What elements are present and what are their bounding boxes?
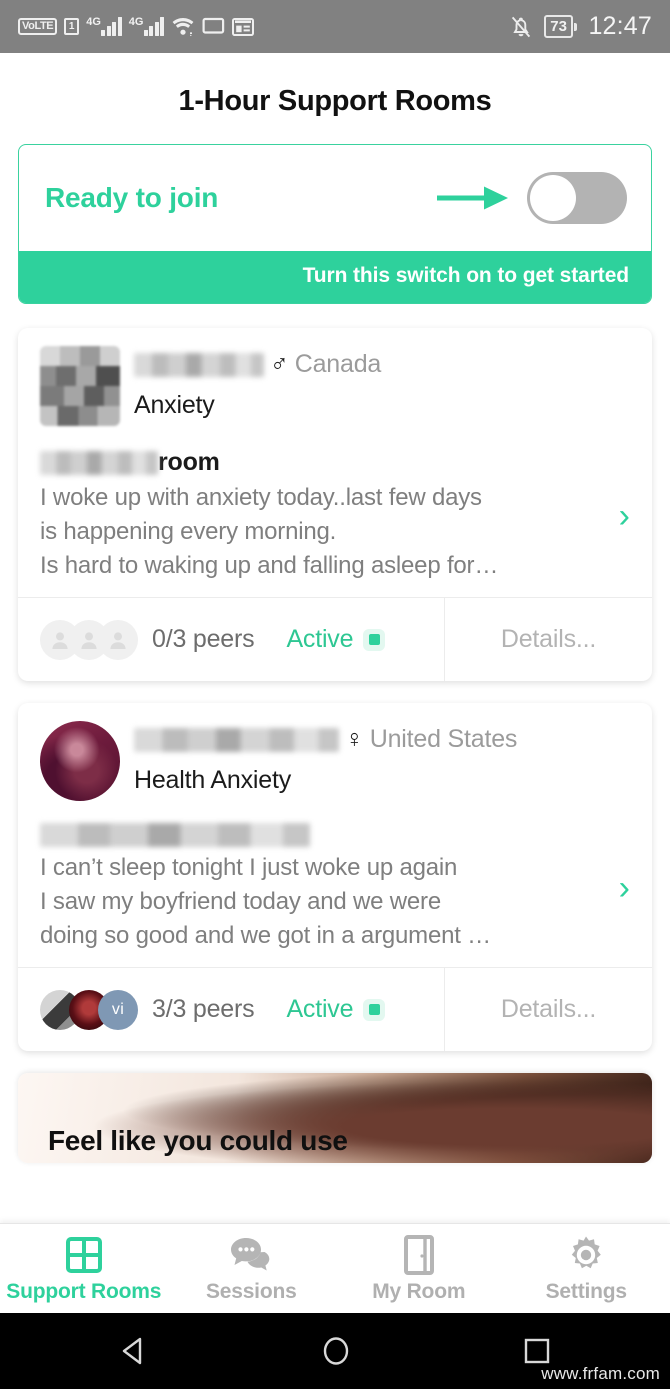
room-description-block[interactable]: room I woke up with anxiety today..last … <box>40 448 630 583</box>
tab-label: Support Rooms <box>6 1279 162 1303</box>
room-topic: Anxiety <box>134 391 215 419</box>
room-card-footer: 0/3 peers Active Details... <box>18 597 652 682</box>
status-dot-icon <box>363 628 386 651</box>
tab-support-rooms[interactable]: Support Rooms <box>0 1234 168 1304</box>
room-peers-section[interactable]: vi 3/3 peers Active <box>18 968 445 1052</box>
room-card-header-text: ♂ Canada Anxiety <box>134 346 630 426</box>
room-card-header: ♀ United States Health Anxiety <box>40 721 630 802</box>
peer-avatar-placeholder <box>98 619 138 660</box>
chevron-right-icon[interactable]: › <box>619 871 630 905</box>
ready-to-join-controls <box>435 172 627 224</box>
watermark: www.frfam.com <box>541 1364 660 1383</box>
status-label: Active <box>286 625 354 654</box>
room-excerpt: I can’t sleep tonight I just woke up aga… <box>40 854 491 950</box>
peers-count: 0/3 peers <box>152 625 255 654</box>
ready-to-join-label: Ready to join <box>45 182 219 213</box>
status-label: Active <box>286 995 354 1024</box>
host-country: Canada <box>294 350 382 378</box>
bottom-tab-bar: Support Rooms Sessions My Room Settings <box>0 1223 670 1313</box>
status-bar-left: VoLTE 1 4G 4G <box>18 17 255 37</box>
male-symbol-icon: ♂ <box>270 350 289 378</box>
cast-icon <box>202 17 225 37</box>
peer-avatar-initials: vi <box>98 989 138 1030</box>
room-card-footer: vi 3/3 peers Active Details... <box>18 967 652 1052</box>
status-bar: VoLTE 1 4G 4G 73 12:47 <box>0 0 670 53</box>
tab-settings[interactable]: Settings <box>503 1234 670 1304</box>
sim-icon: 1 <box>64 18 80 35</box>
room-peers-section[interactable]: 0/3 peers Active <box>18 598 445 682</box>
tab-my-room[interactable]: My Room <box>335 1234 503 1304</box>
status-badge: Active <box>286 995 386 1024</box>
avatar <box>40 346 120 426</box>
details-button[interactable]: Details... <box>445 598 652 681</box>
avatar <box>40 721 120 802</box>
promo-card[interactable]: Feel like you could use <box>18 1073 652 1164</box>
status-dot-icon <box>363 998 386 1021</box>
tab-label: My Room <box>372 1279 466 1303</box>
ready-to-join-hint: Turn this switch on to get started <box>19 251 651 303</box>
peer-avatars: vi <box>40 989 138 1030</box>
host-name-redacted <box>134 727 339 752</box>
volte-icon: VoLTE <box>18 18 58 35</box>
room-topic: Health Anxiety <box>134 766 292 795</box>
room-title-redacted <box>40 450 158 475</box>
room-card-header: ♂ Canada Anxiety <box>40 346 630 426</box>
notifications-muted-icon <box>509 14 533 40</box>
tab-sessions[interactable]: Sessions <box>168 1234 336 1304</box>
status-badge: Active <box>286 625 386 654</box>
battery-icon: 73 <box>544 14 578 39</box>
grid-icon <box>64 1234 104 1276</box>
ready-to-join-toggle[interactable] <box>527 172 627 224</box>
page-title: 1-Hour Support Rooms <box>178 85 492 117</box>
room-card-body[interactable]: ♀ United States Health Anxiety I can’t s… <box>18 703 652 967</box>
room-title-row <box>40 823 590 848</box>
tab-label: Sessions <box>205 1279 297 1303</box>
host-name-row: ♂ Canada <box>134 350 630 379</box>
android-navigation-bar: www.frfam.com <box>0 1313 670 1389</box>
toggle-knob <box>530 175 576 221</box>
room-card-body[interactable]: ♂ Canada Anxiety room I woke up with anx… <box>18 328 652 597</box>
host-name-row: ♀ United States <box>134 725 630 754</box>
female-symbol-icon: ♀ <box>345 725 364 754</box>
network-gen-label-1: 4G <box>86 16 101 28</box>
room-excerpt: I woke up with anxiety today..last few d… <box>40 484 499 580</box>
tab-label: Settings <box>545 1279 627 1303</box>
calendar-icon <box>232 17 255 37</box>
room-card[interactable]: ♀ United States Health Anxiety I can’t s… <box>18 703 652 1052</box>
host-name-redacted <box>134 352 264 377</box>
recents-square-icon[interactable] <box>521 1335 553 1367</box>
room-title: room <box>158 448 220 476</box>
main-scroll-area[interactable]: 1-Hour Support Rooms Ready to join Turn … <box>0 53 670 1223</box>
gear-icon <box>565 1234 607 1276</box>
battery-percent: 73 <box>544 14 573 39</box>
back-triangle-icon[interactable] <box>117 1334 151 1368</box>
phone-screen: VoLTE 1 4G 4G 73 12:47 1-Hour Support Ro… <box>0 0 670 1389</box>
door-icon <box>403 1234 435 1276</box>
wifi-icon <box>171 17 195 37</box>
status-bar-right: 73 12:47 <box>509 12 652 41</box>
network-gen-label-2: 4G <box>128 16 144 28</box>
home-circle-icon[interactable] <box>319 1334 353 1368</box>
peers-count: 3/3 peers <box>152 995 255 1024</box>
room-title-row: room <box>40 448 590 477</box>
room-card-header-text: ♀ United States Health Anxiety <box>134 721 630 801</box>
room-card[interactable]: ♂ Canada Anxiety room I woke up with anx… <box>18 328 652 682</box>
room-title-redacted <box>40 823 310 848</box>
ready-to-join-row: Ready to join <box>19 145 651 251</box>
chevron-right-icon[interactable]: › <box>619 499 630 533</box>
room-description-block[interactable]: I can’t sleep tonight I just woke up aga… <box>40 823 630 953</box>
host-country: United States <box>369 725 518 754</box>
promo-headline: Feel like you could use <box>48 1125 348 1157</box>
details-button[interactable]: Details... <box>445 968 652 1051</box>
clock: 12:47 <box>588 12 652 40</box>
signal-bars-icon: 4G <box>86 17 122 36</box>
peer-avatars <box>40 619 138 660</box>
chat-bubbles-icon <box>229 1234 273 1276</box>
signal-bars-icon: 4G <box>129 17 165 36</box>
arrow-right-icon <box>435 178 513 218</box>
ready-to-join-panel: Ready to join Turn this switch on to get… <box>18 144 652 304</box>
